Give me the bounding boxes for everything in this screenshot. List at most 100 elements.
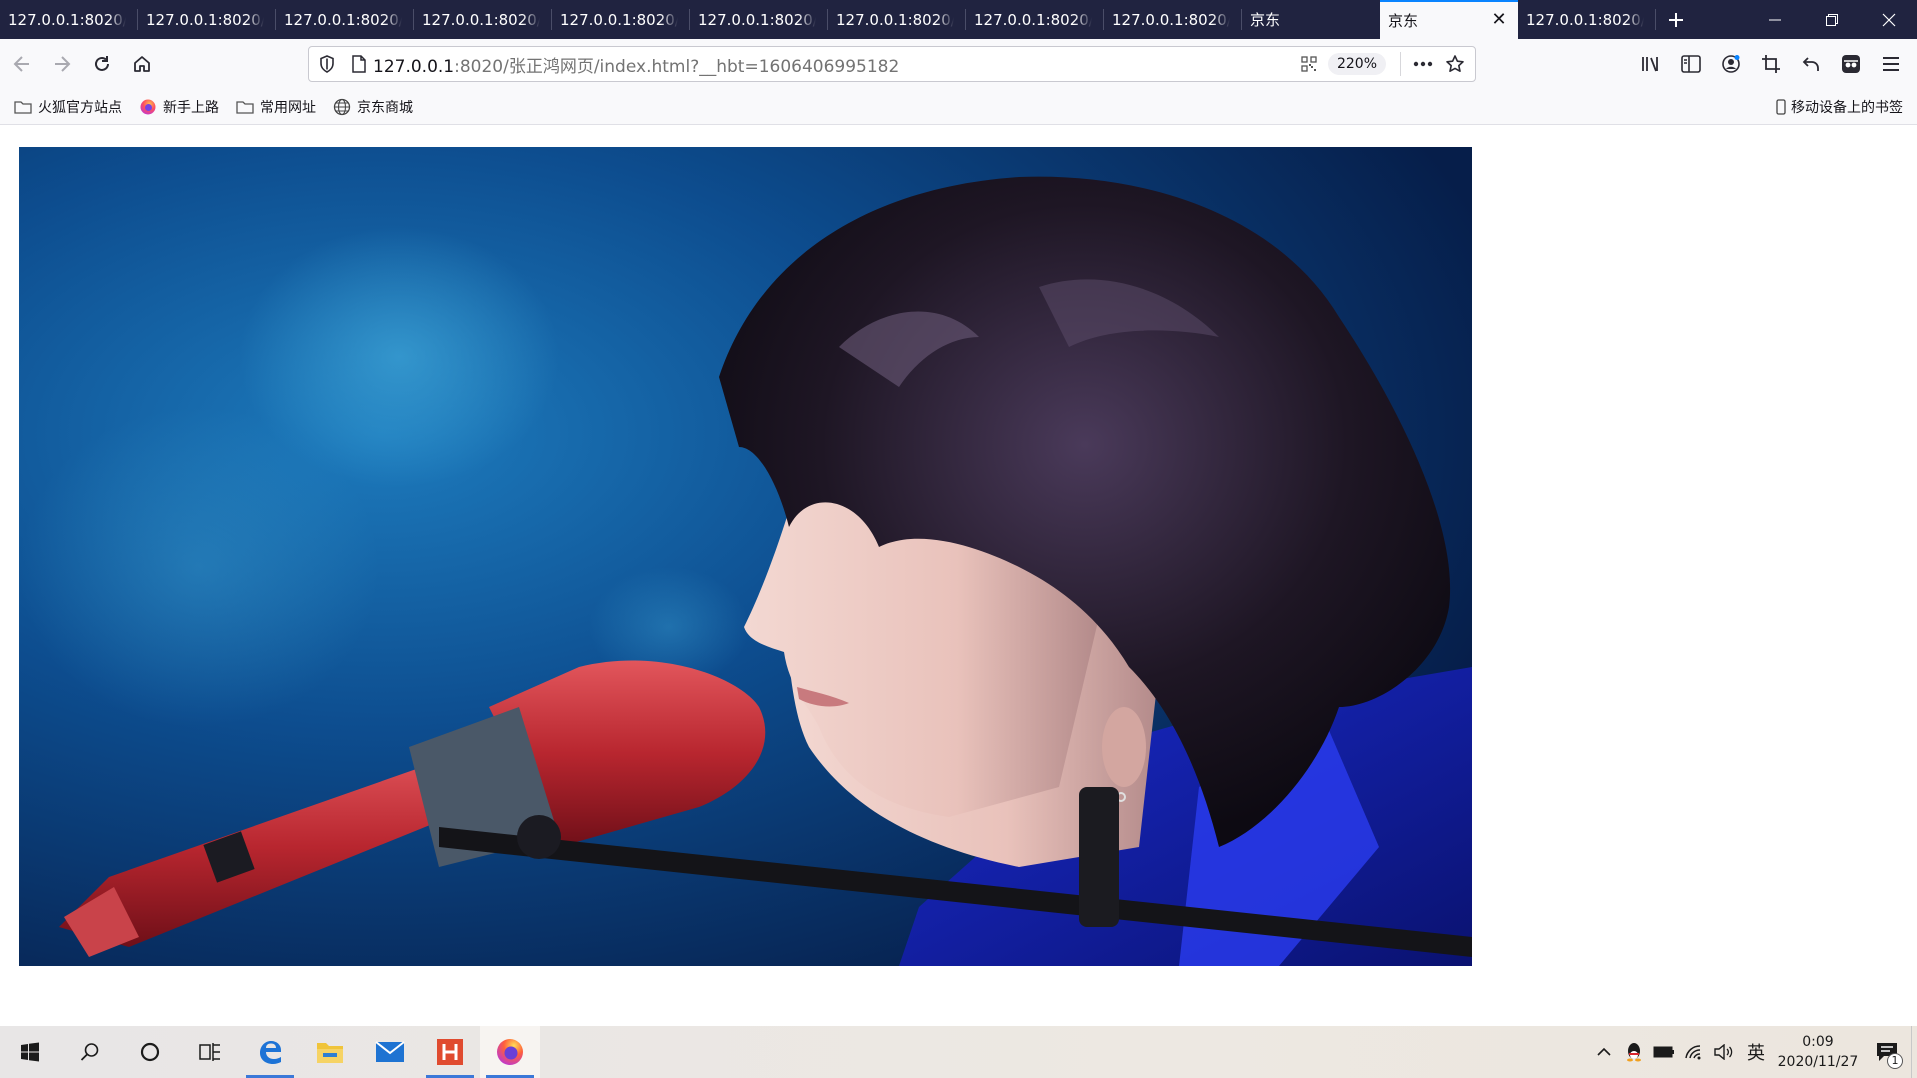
task-view-icon [199,1043,220,1061]
library-button[interactable] [1631,44,1671,84]
search-button[interactable] [60,1026,120,1078]
new-tab-button[interactable] [1656,0,1696,39]
taskbar-app-firefox[interactable] [480,1026,540,1078]
bookmarks-toolbar: 火狐官方站点 新手上路 常用网址 京东商城 移动设备上的书签 [0,89,1917,125]
tab[interactable]: 127.0.0.1:8020/张正鸿网页/index.html [0,0,138,39]
firefox-icon [497,1039,523,1065]
crop-icon [1762,55,1780,73]
bookmark-item-jd-mall[interactable]: 京东商城 [330,93,419,121]
zoom-reset-button[interactable]: 220% [1327,53,1386,75]
notification-count-badge: 1 [1887,1053,1903,1069]
tab[interactable]: 127.0.0.1:8020/张正鸿网页/index.html [828,0,966,39]
tab[interactable]: 127.0.0.1:8020/张正鸿网页/index.html [690,0,828,39]
qr-code-button[interactable] [1294,47,1324,81]
reload-button[interactable] [82,44,122,84]
library-icon [1642,57,1658,72]
show-hidden-icons-button[interactable] [1589,1026,1619,1078]
cortana-circle-icon [140,1042,160,1062]
page-content [0,125,1917,1026]
taskbar-app-file-explorer[interactable] [300,1026,360,1078]
bookmark-item-firefox-site[interactable]: 火狐官方站点 [11,93,128,121]
taskbar-app-edge[interactable] [240,1026,300,1078]
url-path: :8020/张正鸿网页/index.html?__hbt=16064069951… [454,56,900,77]
photo-illustration [19,147,1472,966]
tab[interactable]: 127.0.0.1:8020/张正鸿网页/index.html [414,0,552,39]
restore-button[interactable] [1803,0,1860,39]
bookmark-label: 新手上路 [163,99,219,116]
forward-arrow-icon [55,56,71,72]
back-button[interactable] [2,44,42,84]
url-input[interactable]: 127.0.0.1:8020/张正鸿网页/index.html?__hbt=16… [373,52,899,77]
tab[interactable]: 127.0.0.1:8020/张正鸿网页/index.html [1104,0,1242,39]
start-button[interactable] [0,1026,60,1078]
folder-icon [235,98,255,116]
taskbar-app-hbuilder[interactable] [420,1026,480,1078]
account-button[interactable] [1711,44,1751,84]
mobile-bookmarks[interactable]: 移动设备上的书签 [1776,93,1903,121]
undo-close-tab-button[interactable] [1791,44,1831,84]
mobile-bookmarks-label: 移动设备上的书签 [1791,100,1903,116]
close-window-button[interactable] [1860,0,1917,39]
page-info-button[interactable] [345,47,373,81]
windows-taskbar: 英 0:09 2020/11/27 1 [0,1026,1917,1078]
extension-button[interactable] [1831,44,1871,84]
home-button[interactable] [122,44,162,84]
tab-label: 127.0.0.1:8020/张正鸿网页/index.html [698,11,816,29]
restore-icon [1825,13,1838,26]
tray-battery[interactable] [1649,1026,1679,1078]
search-icon [80,1043,99,1061]
tab[interactable]: 127.0.0.1:8020/张正鸿网页/index.html [966,0,1104,39]
cortana-button[interactable] [120,1026,180,1078]
tab[interactable]: 127.0.0.1:8020/张正鸿网页/index.html [276,0,414,39]
system-tray: 英 0:09 2020/11/27 1 [1589,1026,1917,1078]
tab[interactable]: 京东 [1242,0,1380,39]
show-desktop-button[interactable] [1911,1026,1917,1078]
action-center-button[interactable]: 1 [1863,1026,1911,1078]
tab-active[interactable]: 京东 ✕ [1380,0,1518,39]
minimize-button[interactable] [1746,0,1803,39]
clock[interactable]: 0:09 2020/11/27 [1773,1032,1863,1072]
tab[interactable]: 127.0.0.1:8020/张正鸿网页/index.html [138,0,276,39]
reload-icon [95,56,109,71]
navigation-toolbar: 127.0.0.1:8020/张正鸿网页/index.html?__hbt=16… [0,39,1917,89]
tab-label: 127.0.0.1:8020/张正鸿网页/index.html [1526,11,1644,29]
star-icon [1446,55,1464,72]
window-controls [1746,0,1917,39]
tray-qq[interactable] [1619,1026,1649,1078]
singer-photo [19,147,1472,966]
folder-icon [317,1043,343,1063]
phone-icon [1776,98,1788,116]
bookmark-label: 京东商城 [357,99,413,116]
minimize-icon [1768,19,1781,20]
sidebar-button[interactable] [1671,44,1711,84]
bookmark-item-common-sites[interactable]: 常用网址 [233,93,322,121]
forward-button[interactable] [42,44,82,84]
tab-label: 127.0.0.1:8020/张正鸿网页/index.html [146,11,264,29]
hamburger-menu-icon [1883,57,1899,71]
url-bar[interactable]: 127.0.0.1:8020/张正鸿网页/index.html?__hbt=16… [308,46,1476,82]
tab[interactable]: 127.0.0.1:8020/张正鸿网页/index.html [1518,0,1656,39]
task-view-button[interactable] [180,1026,240,1078]
menu-button[interactable] [1871,44,1911,84]
page-actions-button[interactable] [1407,47,1439,81]
hbuilder-icon [437,1039,463,1065]
ime-indicator[interactable]: 英 [1739,1039,1773,1065]
more-dots-icon [1413,61,1433,67]
tray-volume[interactable] [1709,1026,1739,1078]
tab[interactable]: 127.0.0.1:8020/张正鸿网页/index.html [552,0,690,39]
tracking-protection-button[interactable] [309,47,345,81]
extension-icon [1842,55,1860,73]
mail-icon [375,1041,405,1062]
tab-label: 127.0.0.1:8020/张正鸿网页/index.html [284,11,402,29]
qr-code-icon [1301,56,1317,72]
bookmark-item-getting-started[interactable]: 新手上路 [136,93,225,121]
firefox-icon [138,98,158,116]
screenshot-button[interactable] [1751,44,1791,84]
tab-label: 京东 [1250,11,1281,29]
tab-label: 127.0.0.1:8020/张正鸿网页/index.html [1112,11,1230,29]
close-tab-icon[interactable]: ✕ [1490,11,1508,29]
taskbar-app-mail[interactable] [360,1026,420,1078]
folder-icon [13,98,33,116]
bookmark-star-button[interactable] [1439,47,1471,81]
tray-network[interactable] [1679,1026,1709,1078]
